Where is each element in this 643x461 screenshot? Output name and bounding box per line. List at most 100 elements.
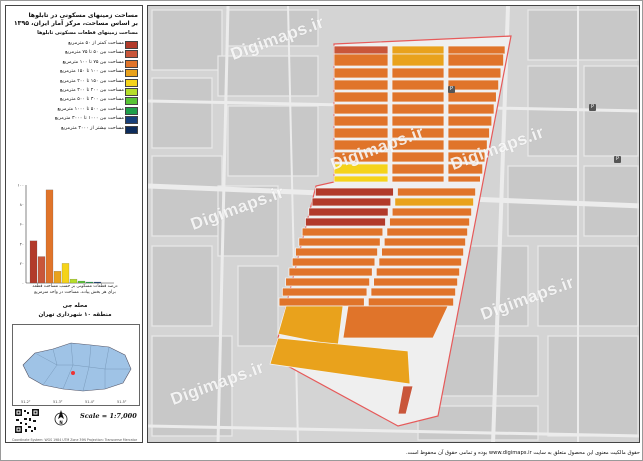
y-tick-label: ۴۰ [20, 241, 24, 246]
parking-icon: P [589, 104, 596, 111]
parcel[interactable] [386, 227, 469, 237]
parcel[interactable] [447, 175, 481, 183]
parcel[interactable] [447, 67, 502, 79]
parcel[interactable] [367, 297, 455, 307]
parcel[interactable] [278, 297, 365, 307]
chart-caption-line-2: برای هر بخش پیاده، مساحت در واحد مترمربع [34, 290, 116, 295]
parcel[interactable] [447, 79, 500, 91]
parcel[interactable] [391, 103, 445, 115]
parcel[interactable] [391, 53, 445, 67]
parcel[interactable] [370, 287, 457, 297]
parcel[interactable] [391, 207, 473, 217]
parcel[interactable] [314, 187, 394, 197]
parcel[interactable] [373, 277, 459, 287]
legend-panel: مساحت زمینهای مسکونی در تابلوها بر اساس … [5, 5, 143, 443]
district-name: منطقه ۱۰ شهرداری تهران [38, 312, 112, 318]
map-canvas[interactable]: Digimaps.ir Digimaps.ir Digimaps.ir Digi… [147, 5, 640, 443]
parcel[interactable] [333, 67, 389, 79]
parcel[interactable] [378, 257, 463, 267]
legend-label: مساحت بین ۲۰۰ تا ۳۰۰ مترمربع [59, 88, 124, 93]
legend-label: مساحت بین ۳۰۰ تا ۵۰۰ مترمربع [59, 97, 124, 103]
parcel[interactable] [305, 217, 386, 227]
legend-label: مساحت بین ۵۰ تا ۷۵ مترمربع [65, 50, 124, 56]
parcel[interactable] [311, 197, 392, 207]
legend-swatch [125, 78, 138, 87]
legend-item: مساحت بین ۱۰۰۰ تا ۳۰۰۰ مترمربع [12, 115, 140, 125]
scale-text: Scale = 1:7,000 [80, 412, 137, 420]
legend-title: مساحت زمینهای قطعات مسکونی تابلوها [37, 30, 138, 36]
parcel[interactable] [383, 237, 467, 247]
parcel[interactable] [391, 79, 445, 91]
locator-map: 51.2° 51.3° 51.4° 51.5° [12, 324, 140, 406]
legend-item: مساحت بین ۳۰۰ تا ۵۰۰ مترمربع [12, 96, 140, 106]
parcel[interactable] [375, 267, 461, 277]
legend-item: مساحت بین ۱۰۰ تا ۱۵۰ مترمربع [12, 68, 140, 78]
legend-label: مساحت بین ۱۰۰۰ تا ۳۰۰۰ مترمربع [54, 116, 124, 122]
parcel[interactable] [333, 79, 389, 91]
inset-tick: 51.4° [85, 400, 95, 404]
parcel[interactable] [391, 45, 445, 55]
chart-caption: درصد قطعات مسکونی بر حسب مساحت قطعه برای… [10, 284, 140, 296]
title-line-1: مساحت زمینهای مسکونی در تابلوها [28, 12, 138, 19]
y-tick-label: ۸۰ [20, 202, 24, 207]
parcel[interactable] [333, 53, 389, 67]
parcel[interactable] [447, 53, 504, 67]
parcel[interactable] [333, 175, 389, 183]
parcel[interactable] [389, 217, 471, 227]
parcel[interactable] [301, 227, 384, 237]
qr-code-icon [14, 408, 40, 434]
parcel[interactable] [391, 67, 445, 79]
parcel[interactable] [391, 175, 445, 183]
parcel[interactable] [391, 151, 445, 163]
parcel[interactable] [447, 127, 490, 139]
parcel[interactable] [291, 257, 376, 267]
y-tick-label: ۱۰۰ [18, 183, 24, 188]
inset-tick: 51.5° [117, 400, 127, 404]
parcel[interactable] [333, 91, 389, 103]
legend-swatch [125, 50, 138, 59]
parcel[interactable] [447, 45, 506, 55]
neighborhood-name: محله جی [62, 303, 88, 309]
map-title: مساحت زمینهای مسکونی در تابلوها بر اساس … [12, 12, 138, 28]
parcel[interactable] [391, 91, 445, 103]
y-tick-label: ۶۰ [20, 222, 24, 227]
parcel[interactable] [333, 45, 389, 55]
histogram-bar [69, 278, 78, 284]
histogram-bar [37, 256, 46, 284]
parcel[interactable] [295, 247, 378, 257]
legend-swatch [125, 88, 138, 96]
parcel[interactable] [333, 115, 389, 127]
coordinate-note: Coordinate System: WGS 1984 UTM Zone 39N… [12, 438, 138, 442]
parcel[interactable] [298, 237, 381, 247]
legend-swatch [125, 59, 138, 68]
parcel[interactable] [308, 207, 389, 217]
parcel[interactable] [288, 267, 373, 277]
parcel[interactable] [394, 197, 475, 207]
legend-label: مساحت بین ۱۰۰ تا ۱۵۰ مترمربع [59, 69, 124, 75]
location-marker [71, 371, 75, 375]
legend-label: مساحت کمتر از ۵۰ مترمربع [68, 41, 124, 46]
parcel[interactable] [381, 247, 465, 257]
parcel[interactable] [447, 115, 493, 127]
parcel[interactable] [285, 277, 371, 287]
parcel[interactable] [447, 103, 495, 115]
parking-icon: P [614, 156, 621, 163]
parcel[interactable] [342, 305, 449, 339]
legend-label: مساحت بیشتر از ۳۰۰۰ مترمربع [61, 125, 124, 131]
legend-swatch [125, 125, 138, 134]
histogram-bar [29, 240, 38, 284]
legend-item: مساحت بین ۱۵۰ تا ۲۰۰ مترمربع [12, 78, 140, 87]
histogram-bar [85, 281, 94, 284]
parcel[interactable] [281, 287, 368, 297]
legend-item: مساحت بیشتر از ۳۰۰۰ مترمربع [12, 125, 140, 134]
parcel[interactable] [391, 163, 445, 175]
parcel[interactable] [397, 187, 477, 197]
place-name: محله جی منطقه ۱۰ شهرداری تهران [10, 302, 140, 320]
legend-label: مساحت بین ۱۵۰ تا ۲۰۰ مترمربع [59, 78, 124, 84]
parking-icon: P [448, 86, 455, 93]
legend-swatch [125, 116, 138, 125]
legend-item: مساحت بین ۷۵ تا ۱۰۰ مترمربع [12, 59, 140, 68]
parcel[interactable] [333, 103, 389, 115]
parcel[interactable] [447, 91, 497, 103]
y-tick-label: ۲۰ [20, 261, 24, 266]
